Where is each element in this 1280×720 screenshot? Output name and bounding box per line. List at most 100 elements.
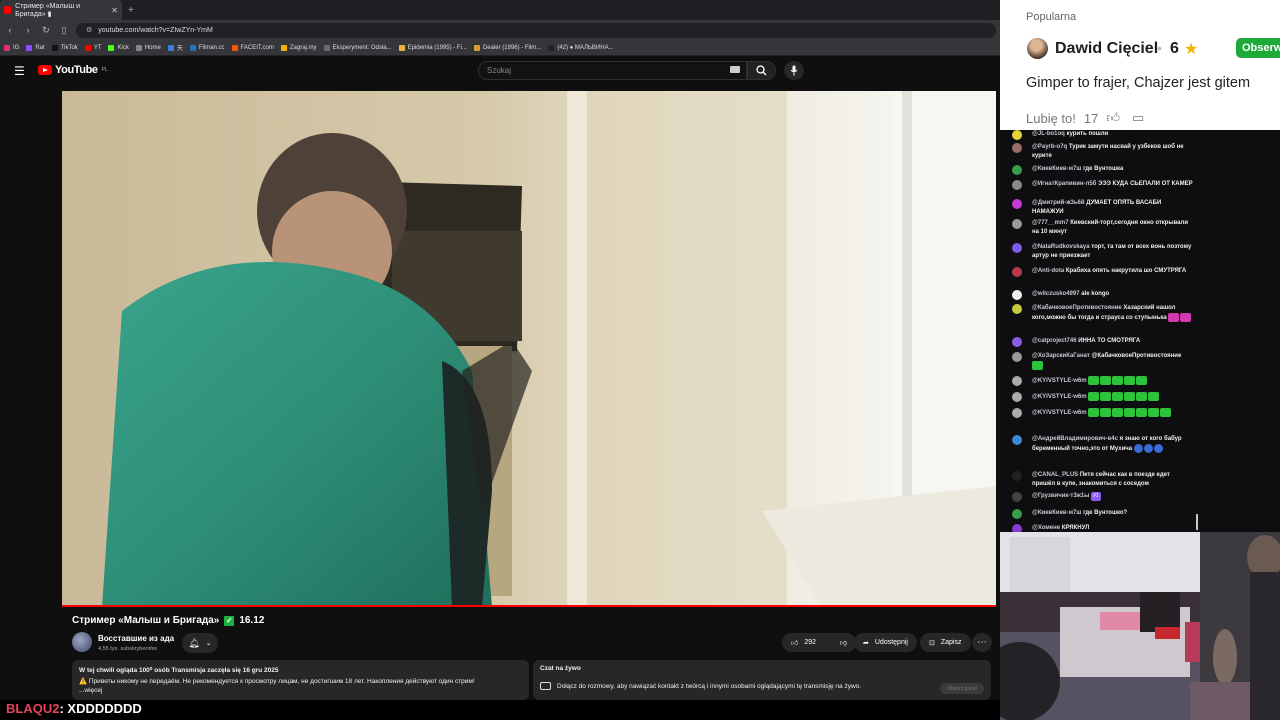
chat-username[interactable]: @Грузвичик-т3ж1ы [1032,493,1089,499]
chat-avatar[interactable] [1012,492,1022,502]
voice-search-button[interactable] [784,61,804,80]
chat-avatar[interactable] [1012,267,1022,277]
thumbs-up-icon[interactable]: 👍︎ [1106,110,1120,126]
bookmark-item[interactable]: IG [4,44,19,51]
overlay-message: BLAQU2: XDDDDDDD [6,701,142,716]
menu-icon[interactable]: ☰ [14,64,25,78]
thumbs-down-icon[interactable]: 👎︎ [840,638,847,647]
reload-icon[interactable]: ↻ [40,25,52,36]
chat-username[interactable]: @NataRudkovskaya [1032,244,1090,250]
chat-avatar[interactable] [1012,243,1022,253]
save-button[interactable]: ⊡ Zapisz [920,633,971,652]
bookmark-item[interactable]: Eksperyment: Odsła... [323,44,392,51]
chat-username[interactable]: @Дмитрий-ж3ь6й [1032,200,1085,206]
bookmark-favicon-icon [84,44,91,51]
more-options-button[interactable]: ⋯ [972,633,992,652]
chat-avatar[interactable] [1012,408,1022,418]
bookmark-label: Kick [117,44,129,51]
chat-text: @КабачковоеПротивостояние [1091,353,1182,359]
chat-message: @КабачковоеПротивостояние Хазарский нашо… [1012,304,1194,323]
search-button[interactable] [747,61,776,80]
chat-avatar[interactable] [1012,180,1022,190]
chat-username[interactable]: @CANAL_PLUS [1032,472,1078,478]
new-tab-icon[interactable]: + [128,5,134,16]
bell-icon: 🔔︎ [188,637,200,648]
like-label[interactable]: Lubię to! [1026,111,1076,126]
author-name[interactable]: Dawid Cięciel [1055,40,1158,58]
separator-dot: • [1157,40,1162,56]
chat-avatar[interactable] [1012,435,1022,445]
chat-username[interactable]: @catproject746 [1032,338,1077,344]
bookmark-item[interactable]: Epidemia (1995) - Fi... [398,44,467,51]
chat-avatar[interactable] [1012,219,1022,229]
address-bar[interactable]: ⚙ youtube.com/watch?v=ZIwZYn-YmM [76,22,996,38]
search-input[interactable]: Szukaj [478,61,747,80]
chat-avatar[interactable] [1012,509,1022,519]
live-chat-panel: Czat na żywo Dołącz do rozmowy, aby nawi… [533,660,991,700]
chat-username[interactable]: @ИгнатКрапивин-л5б [1032,181,1096,187]
chat-avatar[interactable] [1012,199,1022,209]
chat-avatar[interactable] [1012,376,1022,386]
chat-avatar[interactable] [1012,130,1022,140]
chat-scrollbar[interactable] [1196,514,1198,530]
bookmark-item[interactable]: FACEIT.com [231,44,274,51]
bookmark-item[interactable]: Rat [26,44,45,51]
chat-avatar[interactable] [1012,290,1022,300]
notifications-button[interactable]: 🔔︎ ⌄ [182,633,218,653]
chat-username[interactable]: @KYIVSTYLE-w6m [1032,394,1087,400]
video-progress-bar[interactable] [62,605,996,607]
chat-avatar[interactable] [1012,165,1022,175]
chat-avatar[interactable] [1012,304,1022,314]
channel-avatar[interactable] [72,632,92,652]
chat-avatar[interactable] [1012,143,1022,153]
desc-more-link[interactable]: ...więcej [79,687,522,695]
bookmark-item[interactable]: Zagraj.my [280,44,317,51]
bookmark-item[interactable]: Dealer (1996) - Film... [473,44,541,51]
comment-icon[interactable]: ▭ [1132,110,1144,126]
channel-name[interactable]: Восставшие из ада [98,634,174,643]
chat-username[interactable]: @Anti-dota [1032,268,1064,274]
video-player[interactable] [62,91,996,607]
chat-username[interactable]: @777__mm7 [1032,220,1069,226]
site-info-icon[interactable]: ⚙ [86,26,92,34]
comment-actions: Lubię to! 17 👍︎ ▭ [1026,110,1144,126]
keyboard-icon[interactable] [730,66,740,73]
bookmark-item[interactable]: (42) ● МАЛЬВИНА... [548,44,614,51]
tab-title: Стример «Малыш и Бригада» ▮ [15,2,81,18]
chat-avatar[interactable] [1012,471,1022,481]
chat-username[interactable]: @КиевКиев-м7ш [1032,510,1081,516]
chat-username[interactable]: @КиевКиев-м7ш [1032,166,1081,172]
bookmark-item[interactable]: YT [84,44,101,51]
video-description[interactable]: W tej chwili ogląda 100⁰ osób Transmisja… [72,660,529,700]
chat-username[interactable]: @wilczusko4997 [1032,291,1080,297]
bookmark-item[interactable]: Kick [108,44,129,51]
share-button[interactable]: ➦ Udostępnij [854,633,917,652]
bookmark-icon[interactable]: ▯ [58,25,70,36]
back-icon[interactable]: ‹ [4,25,16,35]
browser-tab-active[interactable]: Стример «Малыш и Бригада» ▮ ✕ [0,0,122,20]
chat-username[interactable]: @Хомене [1032,525,1060,531]
close-tab-icon[interactable]: ✕ [111,6,118,15]
follow-button[interactable]: Obserw [1236,38,1280,58]
bookmark-item[interactable]: Filman.cc [189,44,225,51]
chat-username[interactable]: @KYIVSTYLE-w6m [1032,378,1087,384]
live-chat-title: Czat na żywo [540,665,581,672]
chat-avatar[interactable] [1012,352,1022,362]
chat-avatar[interactable] [1012,337,1022,347]
chat-username[interactable]: @JL-bo1oq [1032,131,1065,137]
like-button[interactable]: 👍︎ 292 👎︎ [782,633,856,652]
youtube-play-icon [38,65,52,75]
open-chat-button[interactable]: Otwórz panel [940,683,984,694]
chat-username[interactable]: @Payrb-o7q [1032,144,1067,150]
bookmark-item[interactable]: 天 [167,43,183,52]
bookmark-item[interactable]: Home [135,44,161,51]
chat-username[interactable]: @ХоЗарскиКаГанат [1032,353,1090,359]
chat-username[interactable]: @KYIVSTYLE-w6m [1032,410,1087,416]
youtube-logo[interactable]: YouTube PL [38,64,108,76]
chat-avatar[interactable] [1012,392,1022,402]
author-avatar[interactable] [1027,38,1048,59]
bookmark-item[interactable]: TikTok [51,44,78,51]
chat-username[interactable]: @АндрейВладимирович-в4с [1032,436,1118,442]
chat-username[interactable]: @КабачковоеПротивостояние [1032,305,1122,311]
forward-icon[interactable]: › [22,25,34,35]
